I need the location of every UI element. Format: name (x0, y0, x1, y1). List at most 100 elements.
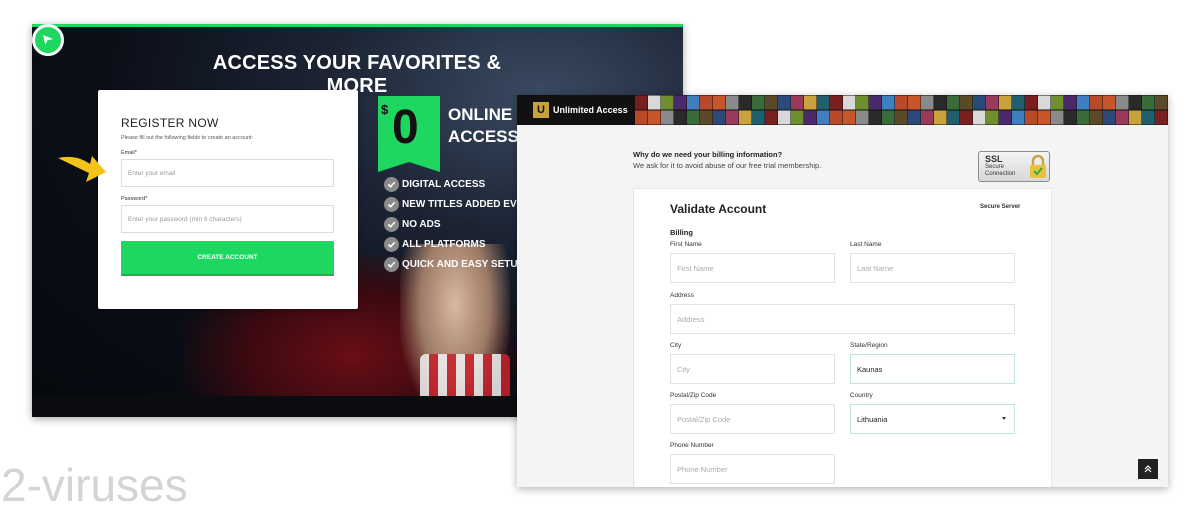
play-icon[interactable] (32, 24, 64, 56)
country-value: Lithuania (857, 414, 888, 424)
feature-label: ALL PLATFORMS (402, 238, 486, 250)
poster-tile (999, 110, 1012, 125)
poster-tile (934, 110, 947, 125)
poster-tile (778, 110, 791, 125)
poster-tile (843, 110, 856, 125)
lock-icon (1030, 155, 1046, 178)
country-select[interactable]: Lithuania (850, 404, 1015, 434)
address-input[interactable]: Address (670, 304, 1015, 334)
brand-name: Unlimited Access (553, 105, 628, 115)
poster-tile (791, 110, 804, 125)
country-label: Country (850, 392, 873, 399)
billing-question: Why do we need your billing information? (633, 150, 783, 159)
poster-tile (856, 110, 869, 125)
price-badge: $ 0 (378, 96, 440, 172)
poster-tile (908, 110, 921, 125)
check-icon (384, 196, 399, 212)
poster-tile (973, 110, 986, 125)
poster-tile (804, 110, 817, 125)
postal-label: Postal/Zip Code (670, 392, 717, 399)
poster-tile (791, 95, 804, 110)
last-name-input[interactable]: Last Name (850, 253, 1015, 283)
poster-tile (1064, 110, 1077, 125)
poster-tile (765, 95, 778, 110)
poster-tile (1142, 95, 1155, 110)
poster-tile (960, 95, 973, 110)
last-name-label: Last Name (850, 241, 882, 248)
price-currency: $ (381, 102, 389, 117)
poster-tile (986, 95, 999, 110)
poster-tile (1064, 95, 1077, 110)
feature-label: NO ADS (402, 218, 441, 230)
city-input[interactable]: City (670, 354, 835, 384)
poster-tile (1103, 110, 1116, 125)
feature-item: ALL PLATFORMS (384, 234, 537, 254)
poster-tile (1129, 95, 1142, 110)
poster-tile (1025, 95, 1038, 110)
address-label: Address (670, 292, 694, 299)
poster-tile (1038, 95, 1051, 110)
poster-tile (1116, 110, 1129, 125)
billing-answer: We ask for it to avoid abuse of our free… (633, 161, 822, 170)
arrow-pointer-icon (58, 156, 106, 182)
form-title: Validate Account (670, 202, 767, 216)
poster-tile (700, 110, 713, 125)
poster-tile (921, 110, 934, 125)
poster-tile (661, 95, 674, 110)
poster-tile (1077, 95, 1090, 110)
poster-tile (752, 110, 765, 125)
poster-tile (947, 95, 960, 110)
poster-tile (778, 95, 791, 110)
email-label: Email* (121, 150, 137, 156)
register-subtitle: Please fill out the following fields to … (121, 135, 254, 141)
brand-logo[interactable]: U Unlimited Access (517, 95, 635, 125)
password-input[interactable]: Enter your password (min 6 characters) (121, 205, 334, 233)
poster-tile (752, 95, 765, 110)
feature-list: DIGITAL ACCESS NEW TITLES ADDED EVERY NO… (384, 174, 537, 274)
secure-server-label: Secure Server (980, 204, 1021, 210)
first-name-label: First Name (670, 241, 702, 248)
poster-tile (1038, 110, 1051, 125)
phone-label: Phone Number (670, 442, 714, 449)
poster-tile (1129, 110, 1142, 125)
poster-tile (713, 110, 726, 125)
ssl-badge: SSL Secure Connection (978, 151, 1050, 182)
state-label: State/Region (850, 342, 888, 349)
validate-account-form: Validate Account Secure Server Billing F… (633, 188, 1052, 487)
poster-tile (726, 110, 739, 125)
phone-input[interactable]: Phone Number (670, 454, 835, 484)
poster-tile (1155, 95, 1168, 110)
double-chevron-up-icon[interactable] (1138, 459, 1158, 479)
create-account-button[interactable]: CREATE ACCOUNT (121, 241, 334, 274)
postal-input[interactable]: Postal/Zip Code (670, 404, 835, 434)
composite-image: ACCESS YOUR FAVORITES & MORE REGISTER NO… (0, 0, 1200, 514)
poster-tile (648, 95, 661, 110)
poster-tile (713, 95, 726, 110)
poster-tile (804, 95, 817, 110)
poster-tile (973, 95, 986, 110)
poster-tile (817, 95, 830, 110)
check-icon (384, 176, 399, 192)
poster-tile (1012, 95, 1025, 110)
poster-tile (1142, 110, 1155, 125)
poster-tile (830, 95, 843, 110)
feature-item: DIGITAL ACCESS (384, 174, 537, 194)
state-input[interactable]: Kaunas (850, 354, 1015, 384)
poster-tile (700, 95, 713, 110)
poster-tile (843, 95, 856, 110)
email-input[interactable]: Enter your email (121, 159, 334, 187)
poster-tile (765, 110, 778, 125)
register-title: REGISTER NOW (121, 116, 219, 130)
billing-explanation: Why do we need your billing information?… (633, 150, 821, 170)
feature-item: NO ADS (384, 214, 537, 234)
ssl-line2: Connection (985, 171, 1016, 177)
first-name-input[interactable]: First Name (670, 253, 835, 283)
poster-tile (999, 95, 1012, 110)
poster-tile (1051, 110, 1064, 125)
poster-tile (1012, 110, 1025, 125)
header-banner: U Unlimited Access (517, 95, 1168, 125)
poster-tile (674, 95, 687, 110)
poster-tile (661, 110, 674, 125)
poster-tile (895, 95, 908, 110)
watermark: 2-viruses (1, 459, 188, 511)
